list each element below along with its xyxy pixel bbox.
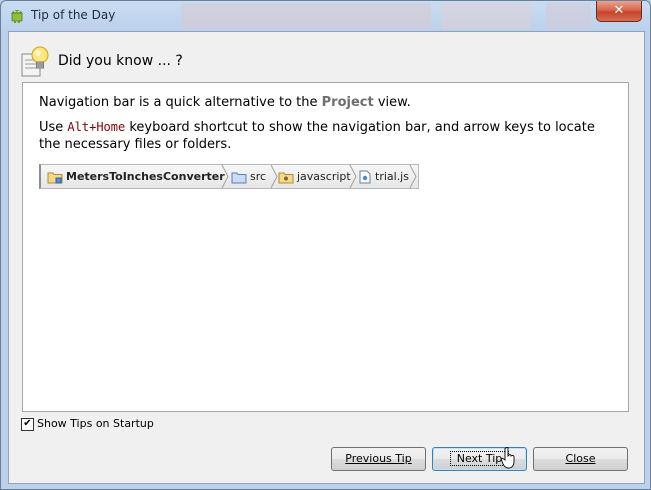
show-tips-label[interactable]: Show Tips on Startup — [37, 417, 154, 430]
tip-text: Navigation bar is a quick alternative to… — [39, 95, 322, 110]
background-window-blur — [546, 3, 591, 29]
chevron-right-icon — [270, 165, 278, 188]
package-folder-icon — [278, 172, 294, 184]
tip-paragraph-1: Navigation bar is a quick alternative to… — [39, 95, 411, 110]
nav-crumb-project: MetersToInchesConverter — [47, 165, 225, 188]
dialog-header: Did you know ... ? — [21, 44, 421, 78]
dialog-body: Did you know ... ? Navigation bar is a q… — [8, 31, 645, 484]
lightbulb-icon — [21, 46, 49, 77]
nav-crumb-label: javascript — [297, 170, 351, 183]
tip-of-the-day-window: Tip of the Day ✕ Did you know ... ? Navi… — [0, 0, 651, 490]
nav-crumb-src: src — [231, 165, 266, 188]
next-tip-label: Next Tip — [449, 451, 510, 466]
project-folder-icon — [47, 172, 63, 184]
previous-tip-label: Previous Tip — [345, 452, 412, 465]
js-file-icon — [359, 170, 371, 184]
chevron-right-icon — [349, 165, 357, 188]
nav-crumb-label: MetersToInchesConverter — [66, 170, 225, 183]
nav-crumb-label: trial.js — [375, 170, 409, 183]
previous-tip-button[interactable]: Previous Tip — [331, 447, 426, 471]
tip-text: view. — [373, 95, 411, 110]
chevron-right-icon — [221, 165, 229, 188]
tip-content-panel: Navigation bar is a quick alternative to… — [22, 82, 629, 412]
navigation-bar-example: MetersToInchesConverter src javascript t… — [39, 164, 419, 189]
mouse-cursor-icon — [501, 447, 515, 469]
nav-crumb-javascript: javascript — [278, 165, 351, 188]
title-bar[interactable]: Tip of the Day ✕ — [1, 1, 650, 31]
folder-icon — [231, 172, 247, 184]
tip-text: Use — [39, 120, 68, 135]
window-close-button[interactable]: ✕ — [596, 1, 642, 22]
did-you-know-heading: Did you know ... ? — [58, 53, 183, 69]
close-label: Close — [565, 452, 596, 465]
tip-shortcut: Alt+Home — [67, 120, 126, 134]
tip-keyword: Project — [321, 95, 374, 110]
show-tips-checkbox[interactable]: ✔ — [21, 418, 34, 431]
close-button[interactable]: Close — [533, 447, 628, 471]
window-title: Tip of the Day — [31, 8, 116, 22]
chevron-right-icon — [409, 165, 417, 188]
background-window-blur — [441, 3, 531, 29]
background-window-blur — [181, 3, 431, 29]
tip-paragraph-2: Use Alt+Home keyboard shortcut to show t… — [39, 119, 619, 153]
nav-crumb-label: src — [250, 170, 267, 183]
nav-crumb-trial-js: trial.js — [358, 165, 409, 188]
android-icon — [11, 10, 23, 23]
